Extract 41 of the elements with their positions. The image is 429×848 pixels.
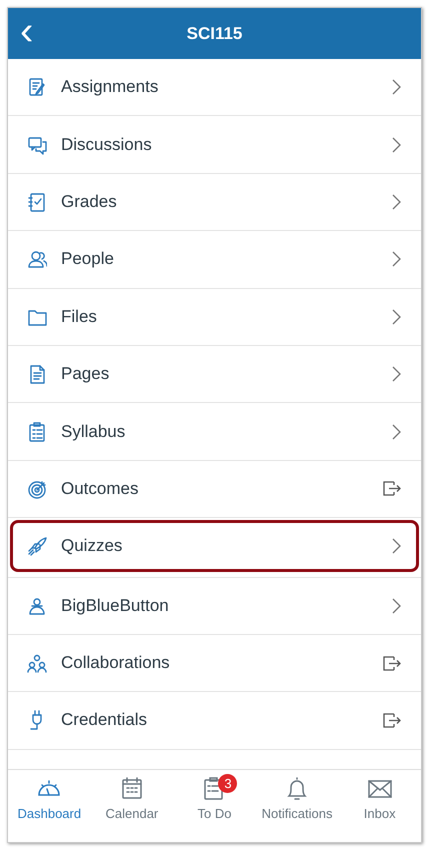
people-group-icon — [27, 653, 47, 674]
target-icon — [27, 478, 47, 499]
tab-bar-item[interactable]: Notifications — [256, 776, 338, 842]
chevron-icon — [392, 194, 401, 210]
document-pencil-icon — [27, 77, 47, 98]
menu-item[interactable]: Grades — [10, 174, 419, 230]
external-link-icon — [383, 656, 401, 671]
people-icon — [27, 249, 47, 270]
menu-item[interactable]: Discussions — [10, 116, 419, 173]
highlighted-menu-item[interactable]: Quizzes — [10, 520, 419, 572]
tab-bar-item[interactable]: Dashboard — [8, 776, 91, 842]
menu-item[interactable]: Syllabus — [10, 403, 419, 460]
course-title: SCI115 — [186, 24, 242, 42]
menu-item[interactable]: Files — [10, 288, 419, 345]
menu-item[interactable]: Credentials — [10, 692, 419, 749]
back-button[interactable]: ‹ — [10, 10, 44, 56]
chevron-icon — [392, 308, 401, 325]
gradebook-icon — [27, 192, 47, 212]
chevron-icon — [392, 136, 401, 153]
chevron-icon — [392, 598, 401, 614]
external-link-icon — [383, 481, 401, 496]
person-icon — [27, 596, 47, 616]
tab-bar-item[interactable]: Inbox — [338, 776, 421, 842]
count-badge: 3 — [218, 774, 238, 793]
menu-item[interactable]: Collaborations — [10, 634, 419, 692]
menu-item[interactable]: Outcomes — [10, 460, 419, 518]
menu-item[interactable]: Pages — [10, 346, 419, 402]
clipboard-list-icon — [27, 422, 47, 442]
chevron-icon — [392, 251, 401, 268]
menu-item[interactable]: BigBlueButton — [10, 578, 419, 634]
rocket-icon — [27, 536, 47, 556]
menu-item[interactable]: Assignments — [10, 59, 419, 116]
chevron-icon — [392, 538, 401, 554]
chevron-icon — [392, 79, 401, 96]
chat-bubbles-icon — [27, 134, 47, 155]
chevron-icon — [392, 424, 401, 440]
menu-item[interactable]: People — [10, 231, 419, 288]
external-link-icon — [383, 712, 401, 728]
tab-bar-item[interactable]: Calendar — [90, 776, 174, 842]
tab-bar-item[interactable]: To Do 3 — [173, 776, 256, 842]
chevron-icon — [392, 366, 401, 382]
